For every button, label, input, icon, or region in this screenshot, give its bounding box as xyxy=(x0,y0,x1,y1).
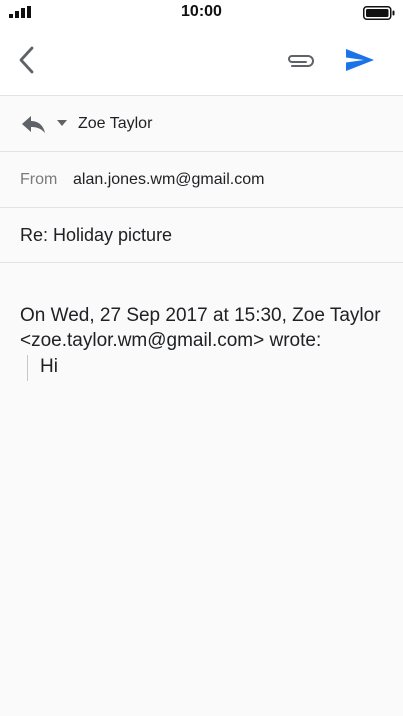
subject-field[interactable]: Re: Holiday picture xyxy=(20,225,172,246)
message-body[interactable]: On Wed, 27 Sep 2017 at 15:30, Zoe Taylor… xyxy=(20,303,390,381)
status-time: 10:00 xyxy=(181,3,222,20)
reply-icon xyxy=(22,116,45,133)
send-button[interactable] xyxy=(342,44,378,76)
attach-button[interactable] xyxy=(282,46,318,76)
chevron-down-icon[interactable] xyxy=(56,119,68,127)
from-row[interactable]: From alan.jones.wm@gmail.com xyxy=(0,152,403,207)
reply-recipient[interactable]: Zoe Taylor xyxy=(78,115,152,133)
back-button[interactable] xyxy=(12,44,44,76)
divider xyxy=(0,262,403,263)
quote-header: On Wed, 27 Sep 2017 at 15:30, Zoe Taylor… xyxy=(20,305,381,351)
quoted-text: Hi xyxy=(40,356,58,377)
status-bar: 10:00 xyxy=(0,0,403,26)
from-label: From xyxy=(20,171,58,188)
battery-icon xyxy=(363,6,395,20)
quoted-text-block: Hi xyxy=(27,355,390,381)
compose-toolbar xyxy=(0,26,403,95)
subject-row[interactable]: Re: Holiday picture xyxy=(0,208,403,262)
from-field[interactable]: alan.jones.wm@gmail.com xyxy=(73,171,264,189)
reply-recipient-row[interactable]: Zoe Taylor xyxy=(0,96,403,151)
